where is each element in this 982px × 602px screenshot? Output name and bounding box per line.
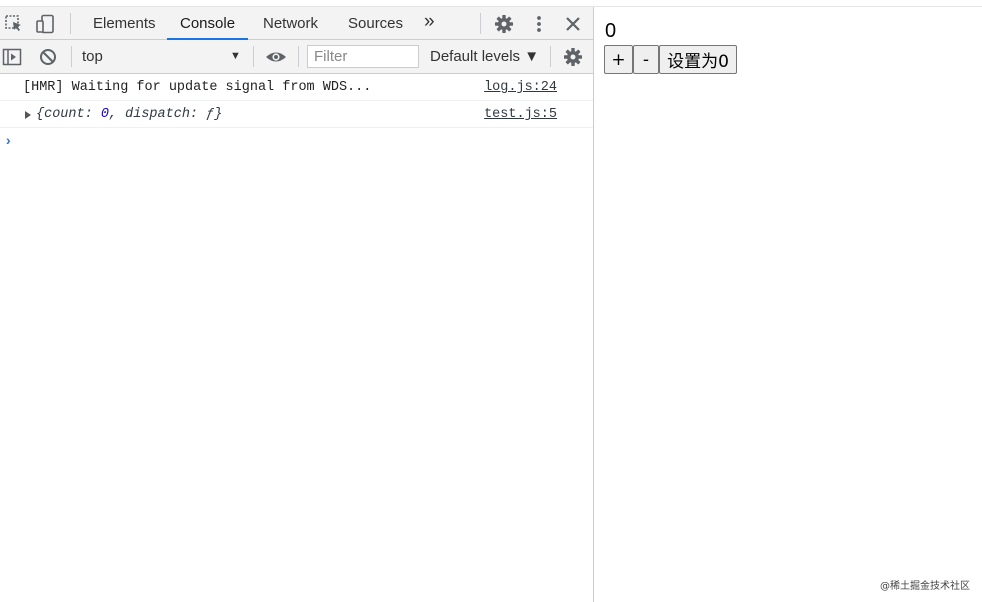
clear-console-icon[interactable] — [38, 47, 58, 67]
console-settings-gear-icon[interactable] — [563, 47, 583, 67]
close-devtools-icon[interactable] — [563, 14, 583, 34]
object-rest-text: , dispatch: ƒ} — [108, 107, 223, 122]
inspect-element-icon[interactable] — [4, 14, 24, 34]
console-message-source-link[interactable]: test.js:5 — [484, 107, 557, 122]
tabbar-divider — [70, 13, 71, 34]
javascript-context-select[interactable]: top — [82, 48, 103, 65]
object-open-text: {count: — [36, 107, 101, 122]
toolbar-divider — [71, 46, 72, 67]
tab-sources[interactable]: Sources — [335, 7, 416, 40]
browser-top-border — [0, 0, 982, 7]
reset-button[interactable]: 设置为0 — [659, 45, 737, 74]
app-viewport: 0 + - 设置为0 @稀土掘金技术社区 — [594, 7, 982, 602]
tab-console[interactable]: Console — [167, 7, 248, 40]
devtools-panel: Elements Console Network Sources » top ▼ — [0, 7, 594, 602]
devtools-tabbar: Elements Console Network Sources » — [0, 7, 593, 40]
console-messages: [HMR] Waiting for update signal from WDS… — [0, 74, 593, 150]
console-toolbar: top ▼ Default levels ▼ — [0, 40, 593, 74]
watermark: @稀土掘金技术社区 — [880, 581, 970, 592]
toolbar-divider — [550, 46, 551, 67]
tab-elements[interactable]: Elements — [80, 7, 169, 40]
console-message: [HMR] Waiting for update signal from WDS… — [0, 74, 593, 101]
toolbar-divider — [298, 46, 299, 67]
live-expression-eye-icon[interactable] — [265, 47, 286, 67]
count-display: 0 — [605, 20, 617, 42]
decrement-button[interactable]: - — [633, 45, 659, 74]
show-sidebar-icon[interactable] — [2, 47, 22, 67]
settings-gear-icon[interactable] — [494, 14, 514, 34]
device-toolbar-icon[interactable] — [35, 14, 55, 34]
console-message-text: [HMR] Waiting for update signal from WDS… — [23, 80, 372, 95]
console-message-source-link[interactable]: log.js:24 — [484, 80, 557, 95]
more-tabs-chevron-icon[interactable]: » — [411, 7, 448, 40]
console-object-preview[interactable]: {count: 0, dispatch: ƒ} — [36, 107, 222, 122]
toolbar-divider — [253, 46, 254, 67]
tabbar-divider — [480, 13, 481, 34]
context-dropdown-arrow-icon[interactable]: ▼ — [230, 50, 241, 62]
log-levels-dropdown[interactable]: Default levels ▼ — [430, 48, 539, 65]
console-prompt-chevron-icon[interactable]: › — [4, 134, 12, 150]
expand-object-triangle-icon[interactable] — [25, 111, 31, 119]
more-options-kebab-icon[interactable] — [529, 14, 549, 34]
object-count-value: 0 — [100, 107, 109, 122]
tab-network[interactable]: Network — [250, 7, 331, 40]
console-filter-input[interactable] — [307, 45, 419, 68]
increment-button[interactable]: + — [604, 45, 633, 74]
console-message[interactable]: {count: 0, dispatch: ƒ} test.js:5 — [0, 101, 593, 128]
